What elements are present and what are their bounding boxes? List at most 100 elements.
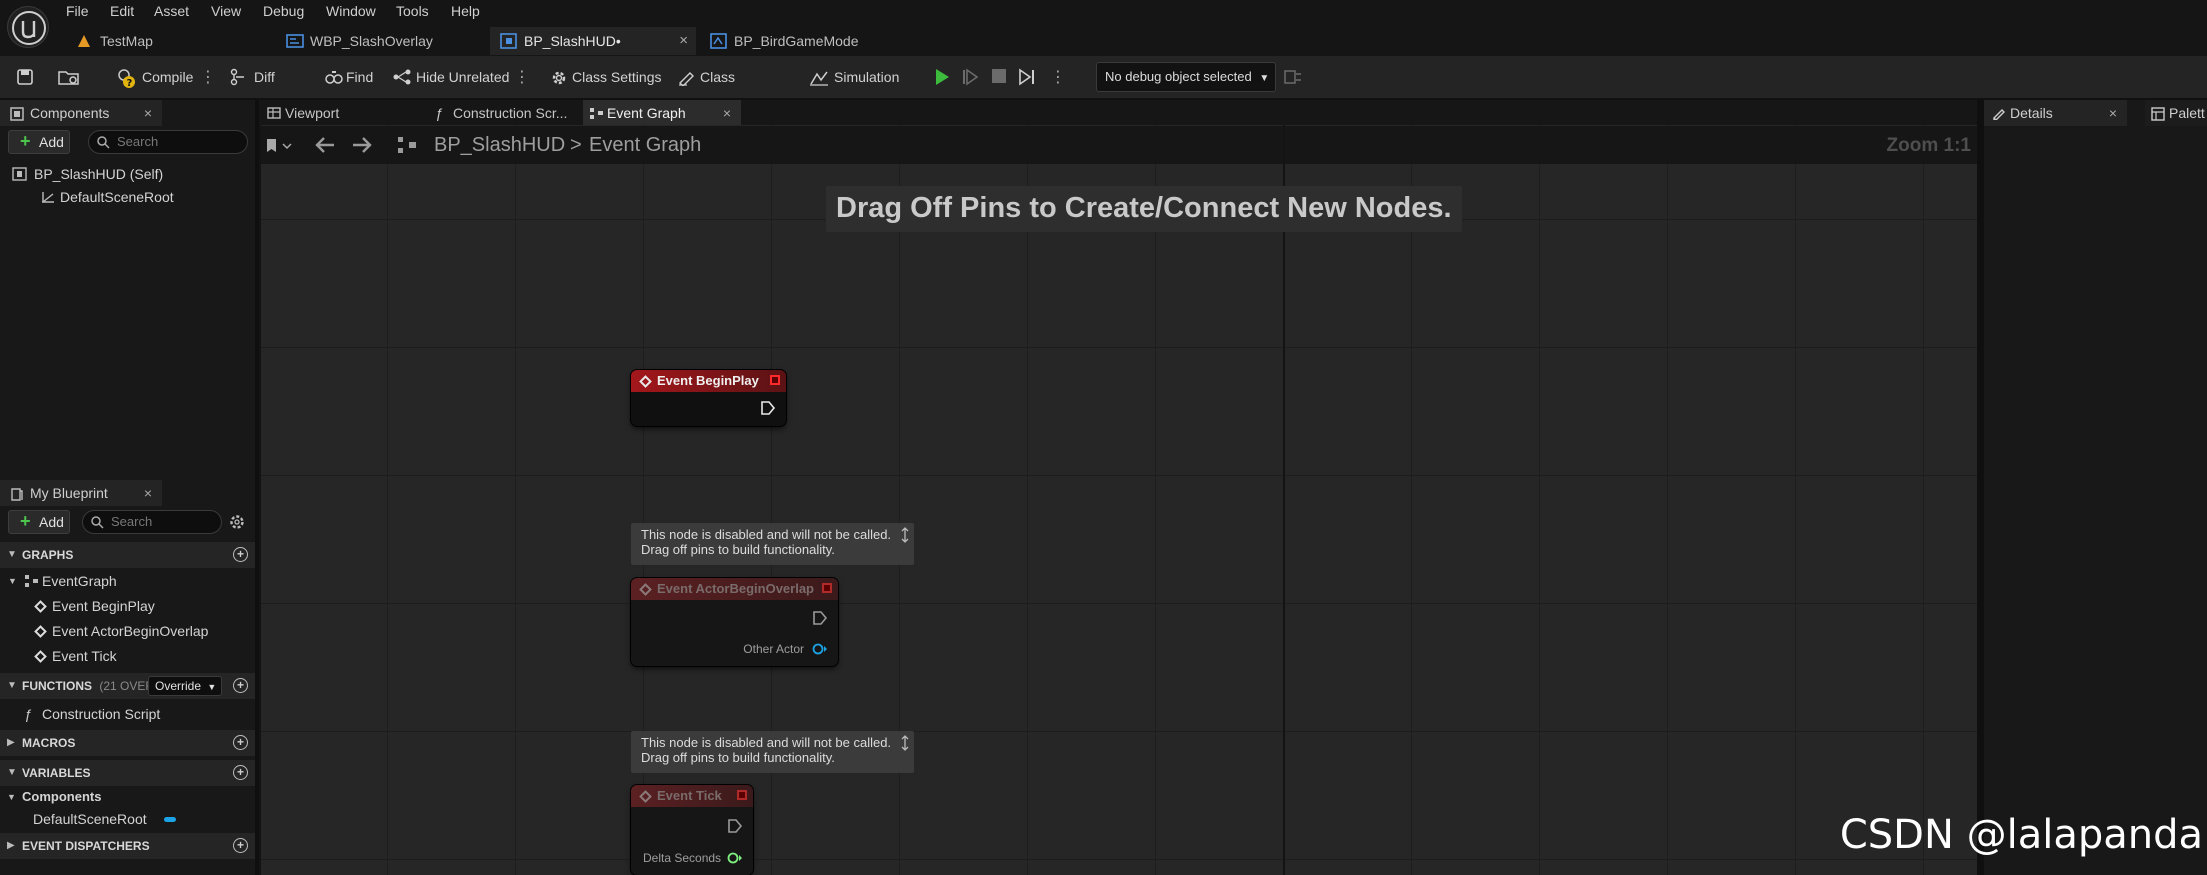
add-component-button[interactable]: + Add bbox=[8, 130, 70, 154]
node-event-tick[interactable]: Event Tick Delta Seconds bbox=[631, 785, 753, 875]
add-dispatcher-icon[interactable]: + bbox=[233, 838, 248, 853]
delegate-pin-icon[interactable] bbox=[822, 583, 832, 593]
my-blueprint-search-input[interactable]: Search bbox=[82, 510, 222, 534]
debug-object-select[interactable]: No debug object selected ▼ bbox=[1096, 62, 1276, 92]
compile-options-icon[interactable]: ⋮ bbox=[200, 56, 216, 99]
step-icon[interactable] bbox=[962, 68, 980, 86]
find-button[interactable]: Find bbox=[322, 56, 378, 99]
delegate-pin-icon[interactable] bbox=[737, 790, 747, 800]
breadcrumb-root[interactable]: BP_SlashHUD bbox=[434, 134, 565, 157]
add-graph-icon[interactable]: + bbox=[233, 547, 248, 562]
breadcrumb-separator: > bbox=[570, 134, 582, 156]
event-tick-label: Event Tick bbox=[52, 648, 117, 664]
add-member-button[interactable]: + Add bbox=[8, 510, 70, 534]
construction-script-item[interactable]: ƒ Construction Script bbox=[0, 702, 255, 726]
menu-debug[interactable]: Debug bbox=[259, 0, 308, 22]
tab-testmap[interactable]: TestMap bbox=[66, 27, 266, 55]
functions-section-header[interactable]: ▼ FUNCTIONS (21 OVERRI Override ▼ + bbox=[0, 673, 255, 699]
components-search-input[interactable]: Search bbox=[88, 130, 248, 154]
menu-file[interactable]: File bbox=[62, 0, 93, 22]
menu-view[interactable]: View bbox=[207, 0, 245, 22]
event-tick-item[interactable]: Event Tick bbox=[0, 644, 255, 668]
play-icon[interactable] bbox=[934, 68, 950, 86]
variables-section-header[interactable]: ▼ VARIABLES + bbox=[0, 760, 255, 786]
browse-icon[interactable] bbox=[58, 68, 80, 86]
hide-unrelated-options-icon[interactable]: ⋮ bbox=[514, 56, 530, 99]
override-dropdown[interactable]: Override ▼ bbox=[148, 676, 222, 696]
unreal-logo-icon[interactable] bbox=[7, 6, 49, 48]
menu-window[interactable]: Window bbox=[322, 0, 380, 22]
blueprint-icon bbox=[12, 167, 27, 181]
float-output-pin-icon[interactable] bbox=[727, 851, 743, 865]
variable-default-scene-root[interactable]: DefaultSceneRoot bbox=[0, 807, 255, 831]
macros-section-header[interactable]: ▶ MACROS + bbox=[0, 730, 255, 756]
object-output-pin-icon[interactable] bbox=[812, 642, 828, 656]
node-event-beginplay[interactable]: Event BeginPlay bbox=[631, 370, 786, 426]
details-tab[interactable]: Details × bbox=[1984, 100, 2127, 126]
back-arrow-icon[interactable] bbox=[314, 136, 336, 154]
node-header: Event BeginPlay bbox=[631, 370, 786, 392]
details-panel: Details × Palett bbox=[1984, 100, 2207, 875]
delegate-pin-icon[interactable] bbox=[770, 375, 780, 385]
debug-filter-icon[interactable] bbox=[1284, 68, 1302, 86]
event-dispatchers-section-header[interactable]: ▶ EVENT DISPATCHERS + bbox=[0, 833, 255, 859]
stop-icon[interactable] bbox=[991, 68, 1007, 84]
forward-arrow-icon[interactable] bbox=[351, 136, 373, 154]
save-icon[interactable] bbox=[16, 68, 34, 86]
tab-construction-script[interactable]: ƒ Construction Scr... bbox=[423, 100, 591, 126]
class-settings-label: Class Settings bbox=[572, 69, 662, 85]
event-actorbeginoverlap-item[interactable]: Event ActorBeginOverlap bbox=[0, 619, 255, 643]
tab-event-graph[interactable]: Event Graph × bbox=[583, 100, 741, 126]
hide-unrelated-icon bbox=[392, 68, 412, 86]
event-graph-item[interactable]: ▼ EventGraph bbox=[0, 569, 255, 593]
tab-viewport[interactable]: Viewport bbox=[261, 100, 419, 126]
tab-bp-birdgamemode[interactable]: BP_BirdGameMode bbox=[700, 27, 900, 55]
settings-gear-icon[interactable] bbox=[228, 513, 246, 531]
watermark-text: CSDN @lalapanda bbox=[1839, 812, 2203, 858]
graphs-section-header[interactable]: ▼ GRAPHS + bbox=[0, 542, 255, 568]
eject-icon[interactable] bbox=[1018, 68, 1038, 86]
close-icon[interactable]: × bbox=[723, 100, 731, 126]
hide-unrelated-button[interactable]: Hide Unrelated bbox=[390, 56, 510, 99]
my-blueprint-tab[interactable]: My Blueprint × bbox=[0, 480, 162, 506]
graph-icon bbox=[589, 107, 604, 120]
class-settings-button[interactable]: Class Settings bbox=[548, 56, 666, 99]
add-macro-icon[interactable]: + bbox=[233, 735, 248, 750]
menu-asset[interactable]: Asset bbox=[150, 0, 193, 22]
close-icon[interactable]: × bbox=[679, 27, 688, 55]
compile-button[interactable]: ? Compile bbox=[116, 56, 193, 99]
expand-note-icon[interactable] bbox=[900, 735, 910, 751]
components-tab[interactable]: Components × bbox=[0, 100, 162, 126]
bookmark-icon[interactable] bbox=[265, 138, 295, 154]
event-beginplay-item[interactable]: Event BeginPlay bbox=[0, 594, 255, 618]
exec-output-pin-icon[interactable] bbox=[760, 400, 776, 416]
expand-note-icon[interactable] bbox=[900, 527, 910, 543]
tab-wbp-slashoverlay[interactable]: WBP_SlashOverlay bbox=[276, 27, 490, 55]
disabled-node-note: This node is disabled and will not be ca… bbox=[631, 731, 914, 773]
event-graph-canvas[interactable] bbox=[259, 125, 1977, 875]
event-icon bbox=[34, 625, 47, 638]
add-function-icon[interactable]: + bbox=[233, 678, 248, 693]
exec-output-pin-icon[interactable] bbox=[727, 818, 743, 834]
function-icon: ƒ bbox=[24, 706, 32, 722]
close-icon[interactable]: × bbox=[144, 480, 152, 506]
close-icon[interactable]: × bbox=[2109, 100, 2117, 126]
node-event-actorbeginoverlap[interactable]: Event ActorBeginOverlap Other Actor bbox=[631, 578, 838, 666]
component-default-scene-root-row[interactable]: DefaultSceneRoot bbox=[0, 186, 255, 208]
component-self-row[interactable]: BP_SlashHUD (Self) bbox=[0, 163, 255, 185]
caret-down-icon: ▼ bbox=[7, 792, 16, 802]
simulation-button[interactable]: Simulation bbox=[808, 56, 900, 99]
exec-output-pin-icon[interactable] bbox=[812, 610, 828, 626]
menu-edit[interactable]: Edit bbox=[106, 0, 138, 22]
add-variable-icon[interactable]: + bbox=[233, 765, 248, 780]
close-icon[interactable]: × bbox=[144, 100, 152, 126]
tab-bp-slashhud[interactable]: BP_SlashHUD• × bbox=[490, 27, 696, 55]
viewport-icon bbox=[267, 107, 281, 119]
menu-tools[interactable]: Tools bbox=[392, 0, 433, 22]
class-defaults-button[interactable]: Class Defaults bbox=[676, 56, 790, 128]
components-variable-group[interactable]: ▼ Components bbox=[0, 785, 255, 809]
diff-button[interactable]: Diff ▼ bbox=[228, 56, 292, 128]
play-options-icon[interactable]: ⋮ bbox=[1050, 56, 1066, 99]
palette-tab[interactable]: Palett bbox=[2145, 100, 2207, 126]
menu-help[interactable]: Help bbox=[447, 0, 484, 22]
